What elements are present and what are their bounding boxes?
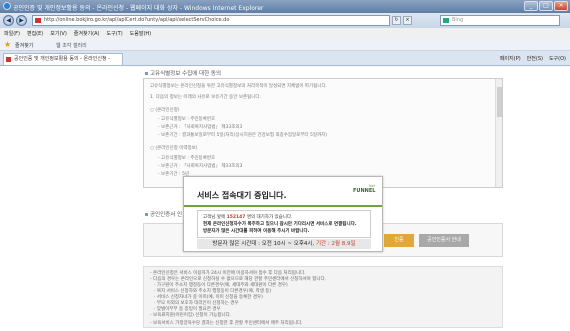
busy-hours-note: 방문자 많은 시간대 : 오전 10시 ~ 오후4시, 기간 : 2월 8,9일: [197, 239, 371, 249]
cert-guide-button[interactable]: 공인인증서 안내: [419, 234, 469, 247]
netfunnel-logo: Net FUNNEL: [353, 184, 375, 194]
menu-tools[interactable]: 도구(T): [107, 30, 123, 37]
logo-text-big: FUNNEL: [353, 188, 376, 194]
close-button[interactable]: ×: [554, 1, 568, 11]
tab-bar: 공인인증 및 개인정보활용 동의 - 온라인신청 - 페이지(P) 안전(S) …: [0, 51, 570, 66]
section-title: 고유식별정보 수집에 대한 동의: [145, 69, 221, 77]
maximize-button[interactable]: □: [539, 1, 553, 11]
consent-line: ○ (온라인신청): [150, 108, 180, 113]
menu-edit[interactable]: 편집(E): [27, 30, 43, 37]
menu-bar: 파일(F) 편집(E) 보기(V) 즐겨찾기(A) 도구(T) 도움말(H): [0, 28, 570, 38]
consent-line: - 고유식별정보 : 주민등록번호: [158, 117, 216, 122]
consent-line: ○ (온라인신청 이력정보): [150, 146, 198, 151]
consent-line: - 보존기간 : 결과통보일로부터 5일(처리(상시지원은 건강보험 최종수집일…: [158, 133, 328, 138]
modal-message-line: 방문자가 많은 시간대를 피하여 이용해 주시기 바랍니다.: [203, 229, 310, 234]
minimize-button[interactable]: _: [524, 1, 538, 11]
consent-line: 고유식별정보는 온라인신청을 위한 고유식별정보의 처리목적이 달성되면 지체없…: [150, 84, 328, 89]
menu-view[interactable]: 보기(V): [50, 30, 67, 37]
consent-line: - 고유식별정보 : 주민등록번호: [158, 156, 216, 161]
busy-period: 기간 : 2월 8,9일: [315, 241, 356, 247]
favorites-bar: ★ 즐겨찾기 웹 조각 갤러리: [0, 38, 570, 51]
consent-line: 1. 다음의 정보는 이래의 사유로 보유기간 동안 보존됩니다.: [150, 95, 261, 100]
stop-icon[interactable]: ×: [403, 16, 412, 25]
ie-logo-icon: [3, 2, 11, 10]
menu-help[interactable]: 도움말(H): [130, 30, 151, 37]
tools-menu[interactable]: 도구(O): [549, 55, 566, 62]
modal-message-line: 현재 온라인신청자수가 폭주하고 있으니 잠시만 기다리시면 서비스로 연결됩니…: [203, 222, 357, 227]
modal-title: 서비스 접속대기 중입니다.: [197, 191, 287, 200]
scrollbar[interactable]: [495, 79, 502, 187]
modal-header: 서비스 접속대기 중입니다. Net FUNNEL: [184, 177, 382, 207]
scrollbar-thumb[interactable]: [497, 87, 502, 117]
bullet-icon: [145, 213, 148, 216]
menu-favorites[interactable]: 즐겨찾기(A): [74, 30, 100, 37]
search-input[interactable]: Bing: [440, 15, 560, 26]
url-field[interactable]: http://online.bokjiro.go.kr/apl/aplCert.…: [32, 15, 390, 26]
window-title: 공인인증 및 개인정보활용 동의 - 온라인신청 - 웹페이지 대화 상자 - …: [13, 5, 264, 12]
safety-menu[interactable]: 안전(S): [527, 55, 543, 62]
notice-line: - 보육서비스 가정양육수당 결과는 신청한 후 관할 주민센터에서 매주 처리…: [150, 321, 303, 326]
waiting-modal: 서비스 접속대기 중입니다. Net FUNNEL 고객님 앞에 152147 …: [183, 176, 383, 252]
certify-button[interactable]: 인증: [384, 234, 414, 247]
web-slice-gallery[interactable]: 웹 조각 갤러리: [56, 42, 87, 49]
consent-line: - 보존근거 : 「사회복지사업법」 제33조의3: [158, 125, 243, 130]
cert-section-title: 공인인증서 인: [145, 210, 182, 218]
consent-scrollbox[interactable]: 고유식별정보는 온라인신청을 위한 고유식별정보의 처리목적이 달성되면 지체없…: [143, 78, 503, 188]
favorites-label[interactable]: 즐겨찾기: [15, 42, 33, 49]
favorites-star-icon[interactable]: ★: [4, 40, 13, 49]
url-text: http://online.bokjiro.go.kr/apl/aplCert.…: [44, 17, 230, 23]
search-placeholder: Bing: [452, 17, 464, 23]
refresh-icon[interactable]: ↻: [392, 16, 401, 25]
queue-count: 152147: [226, 215, 246, 220]
tab-current[interactable]: 공인인증 및 개인정보활용 동의 - 온라인신청 -: [3, 53, 123, 65]
notice-box: - 온라인신청은 서비스 이용자가 24시 이전에 이용하셔야 접수 후 다음 …: [143, 266, 503, 328]
site-favicon-icon: [35, 18, 41, 23]
search-provider-icon: [443, 18, 449, 23]
tab-favicon-icon: [6, 57, 11, 62]
window-titlebar: 공인인증 및 개인정보활용 동의 - 온라인신청 - 웹페이지 대화 상자 - …: [0, 0, 570, 13]
page-menu[interactable]: 페이지(P): [500, 55, 521, 62]
queue-count-line: 고객님 앞에 152147 명의 대기자가 있습니다.: [203, 215, 293, 220]
menu-file[interactable]: 파일(F): [4, 30, 20, 37]
address-actions: ↻ ×: [392, 16, 412, 25]
back-icon[interactable]: ◀: [3, 15, 14, 26]
address-bar: ◀ ▶ http://online.bokjiro.go.kr/apl/aplC…: [0, 13, 570, 28]
window-controls: _ □ ×: [524, 1, 568, 11]
command-bar: 페이지(P) 안전(S) 도구(O): [500, 55, 566, 62]
notice-line: - 보육료지원(어린이집) 신청이 가능합니다.: [150, 313, 232, 318]
forward-icon[interactable]: ▶: [16, 15, 27, 26]
consent-line: - 보존근거 : 「사회복지사업법」 제33조의3: [158, 164, 243, 169]
modal-message-box: 고객님 앞에 152147 명의 대기자가 있습니다. 현재 온라인신청자수가 …: [197, 210, 371, 238]
tab-label: 공인인증 및 개인정보활용 동의 - 온라인신청 -: [14, 56, 110, 62]
bullet-icon: [145, 72, 148, 75]
